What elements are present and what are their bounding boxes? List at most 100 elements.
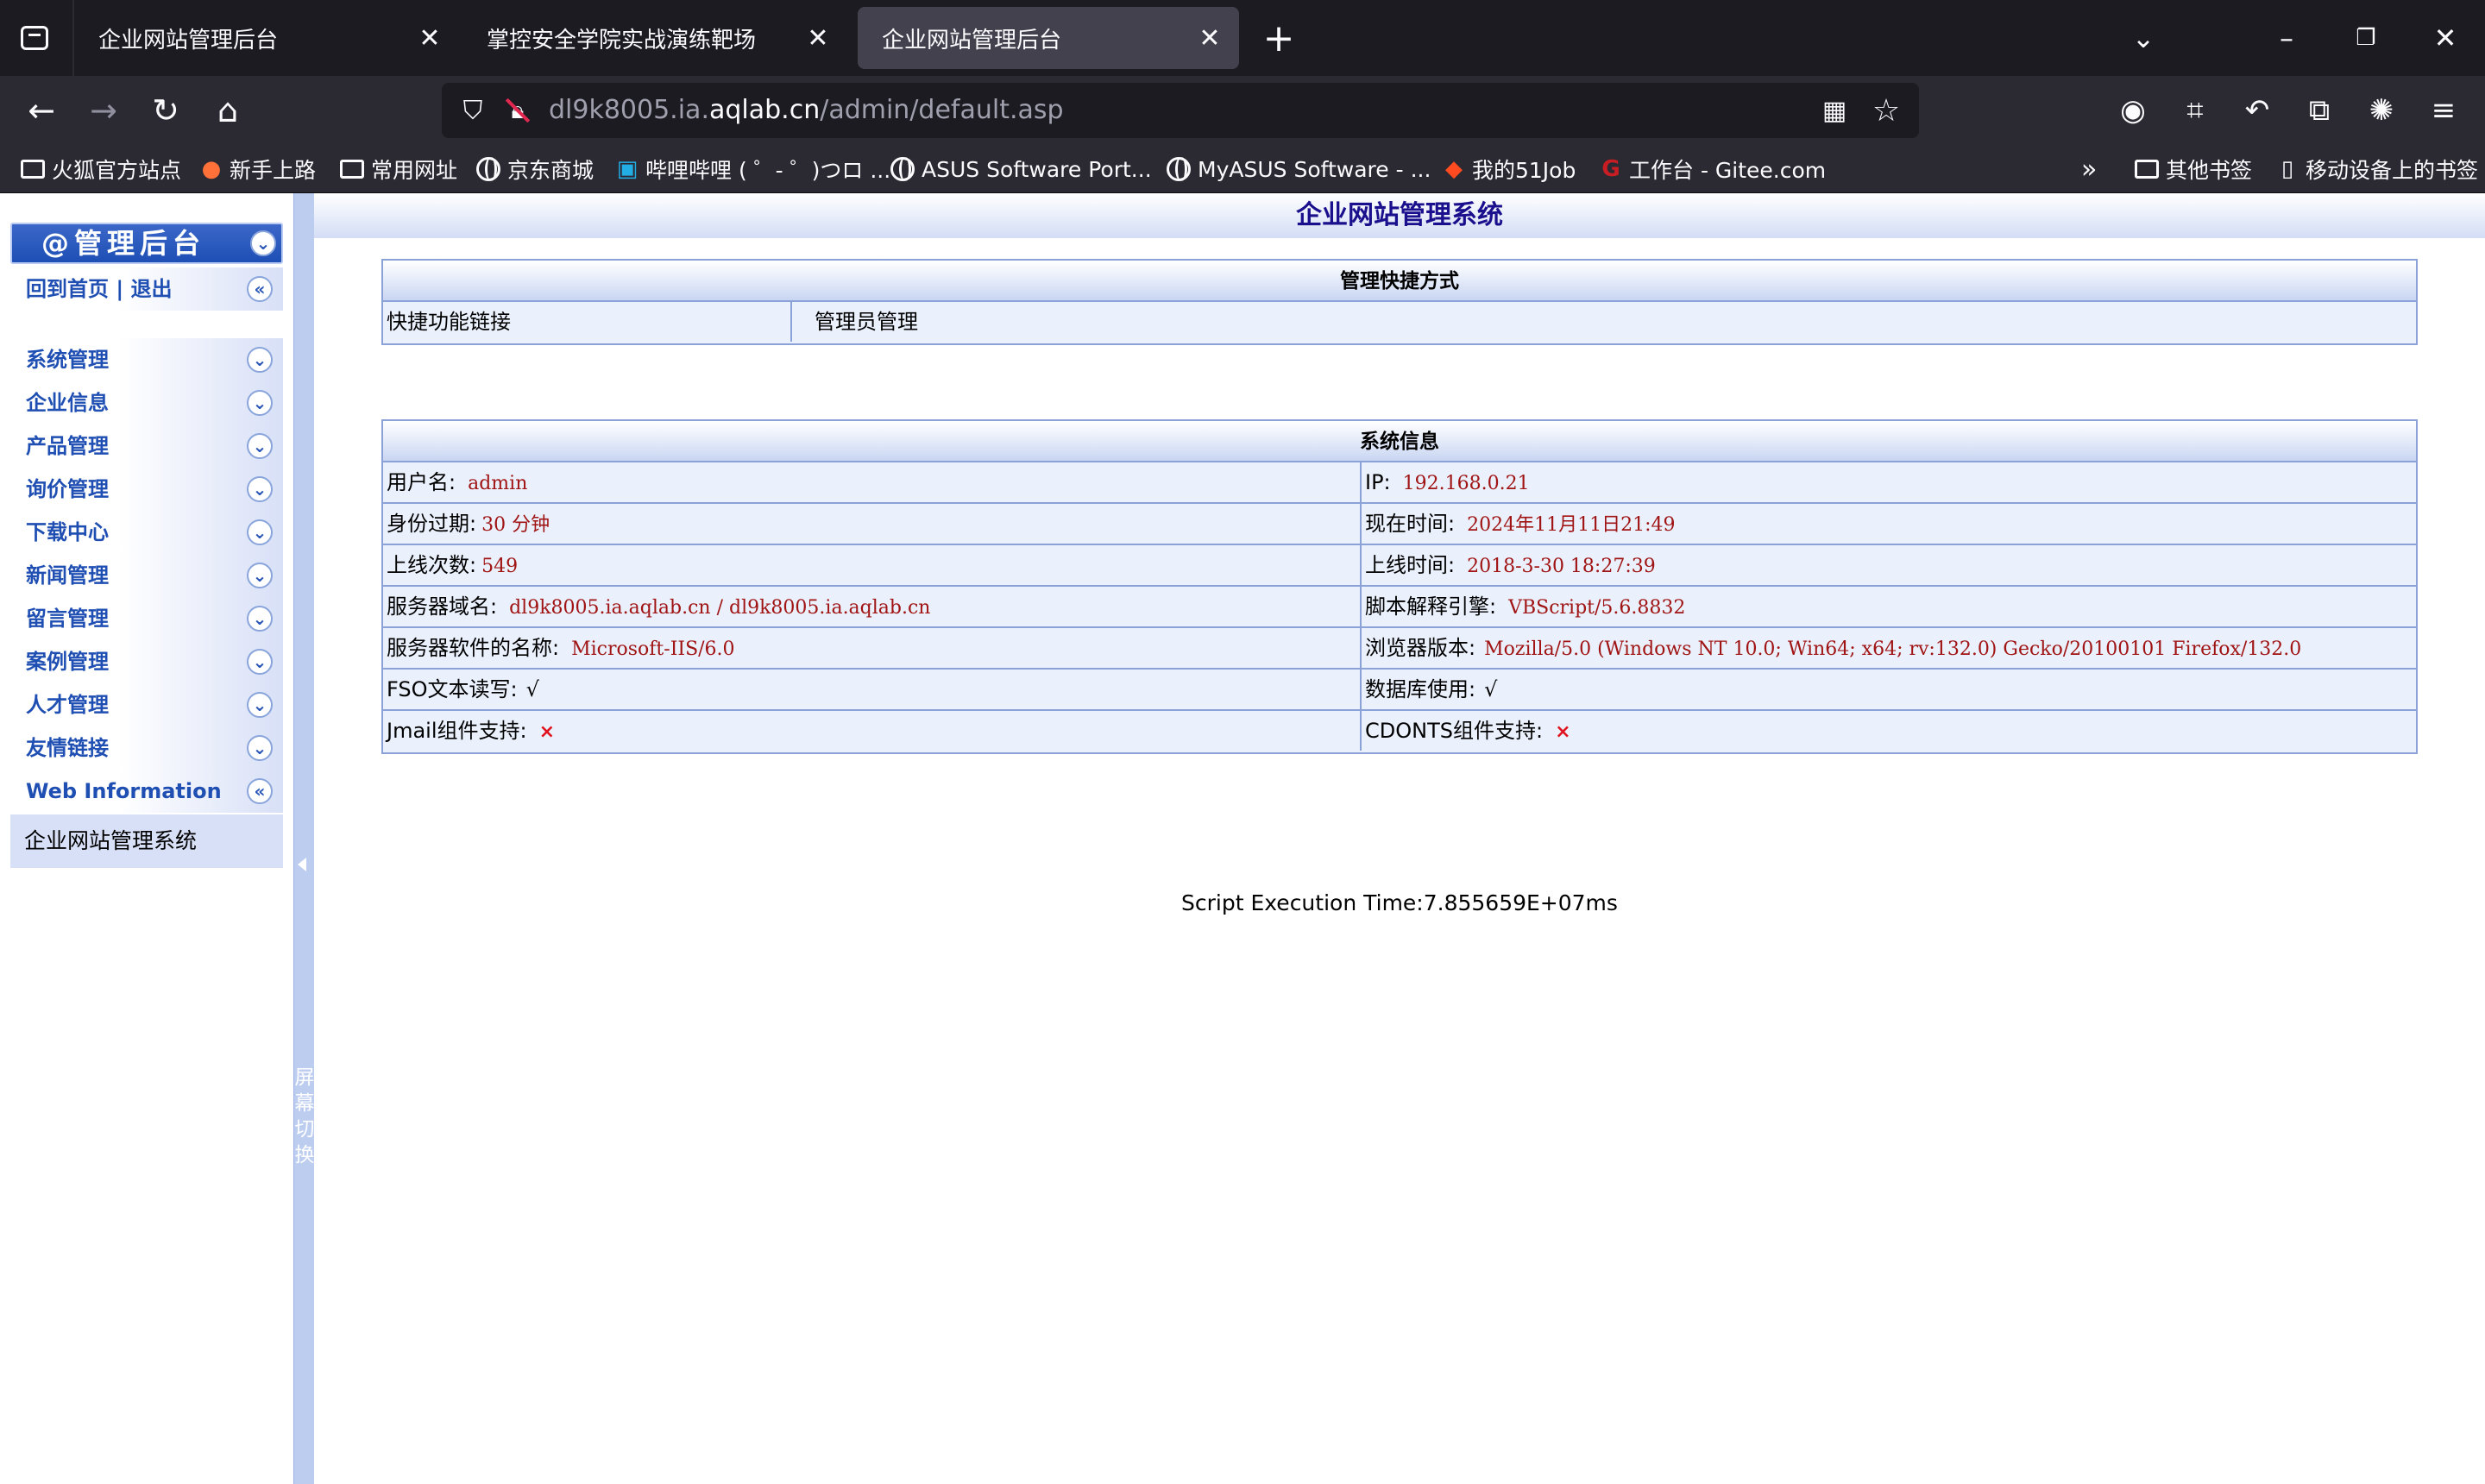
bookmark-star-icon[interactable]: ☆ xyxy=(1869,93,1903,129)
collapse-arrow-icon[interactable] xyxy=(298,858,306,871)
list-all-tabs-chevron-icon[interactable]: ⌄ xyxy=(2123,17,2164,59)
menu-hamburger-icon[interactable]: ≡ xyxy=(2423,90,2464,131)
new-tab-icon[interactable]: + xyxy=(1258,16,1299,60)
table-row: 用户名: admin IP: 192.168.0.21 xyxy=(383,462,2416,504)
tab-list-icon[interactable] xyxy=(14,19,55,57)
sidebar-item-friend-links[interactable]: 友情链接 ⌄ xyxy=(10,726,283,770)
expand-double-chevron-icon[interactable]: ⌄ xyxy=(247,433,273,459)
home-logout-link[interactable]: 回到首页 | 退出 xyxy=(26,267,172,311)
restore-icon[interactable]: ❐ xyxy=(2345,17,2387,59)
collapse-double-chevron-icon[interactable]: « xyxy=(247,778,273,804)
session-expiry-value: 30 分钟 xyxy=(481,514,550,536)
expand-double-chevron-icon[interactable]: ⌄ xyxy=(247,692,273,718)
sidebar-item-cases[interactable]: 案例管理 ⌄ xyxy=(10,640,283,683)
sidebar-item-web-information[interactable]: Web Information « xyxy=(10,770,283,813)
current-time-cell: 现在时间: 2024年11月11日21:49 xyxy=(1360,504,2416,544)
bookmark-gitee[interactable]: G 工作台 - Gitee.com xyxy=(1598,152,1826,186)
bookmark-asus-software[interactable]: ASUS Software Port... xyxy=(890,152,1152,186)
expand-double-chevron-icon[interactable]: ⌄ xyxy=(247,390,273,416)
sidebar-item-inquiries[interactable]: 询价管理 ⌄ xyxy=(10,468,283,511)
table-row: 服务器软件的名称: Microsoft-IIS/6.0 浏览器版本: Mozilla… xyxy=(383,628,2416,670)
url-bar[interactable]: ⛉ 🔒︎ dl9k8005.ia.aqlab.cn/admin/default.… xyxy=(442,83,1919,138)
bookmarks-overflow-chevron-icon[interactable]: » xyxy=(2081,152,2097,186)
globe-icon xyxy=(476,157,500,181)
bilibili-icon: ▣ xyxy=(616,156,639,182)
qr-code-icon[interactable]: ▦ xyxy=(1819,95,1850,126)
sidebar-item-products[interactable]: 产品管理 ⌄ xyxy=(10,424,283,468)
sidebar-item-label: 案例管理 xyxy=(26,650,109,674)
expand-double-chevron-icon[interactable]: ⌄ xyxy=(247,606,273,632)
close-tab-icon[interactable]: ✕ xyxy=(1196,23,1224,53)
jmail-cross-icon: × xyxy=(538,721,556,743)
page-title: 企业网站管理系统 xyxy=(1296,200,1503,230)
screenshot-crop-icon[interactable]: ⌗ xyxy=(2174,90,2216,131)
back-icon[interactable]: ← xyxy=(21,90,62,131)
expand-double-chevron-icon[interactable]: ⌄ xyxy=(247,476,273,502)
extensions-puzzle-icon[interactable]: ⧉ xyxy=(2299,90,2340,131)
folder-icon xyxy=(2135,160,2159,179)
sidebar-item-downloads[interactable]: 下载中心 ⌄ xyxy=(10,511,283,554)
bookmark-mobile-folder[interactable]: ▯ 移动设备上的书签 xyxy=(2274,152,2478,186)
tracking-protection-shield-icon[interactable]: ⛉ xyxy=(457,95,488,126)
collapse-double-chevron-icon[interactable]: « xyxy=(247,276,273,302)
frame-switch-bar[interactable]: 屏幕切换 xyxy=(293,193,315,1484)
url-text[interactable]: dl9k8005.ia.aqlab.cn/admin/default.asp xyxy=(549,83,1064,138)
script-execution-time: Script Execution Time:7.855659E+07ms xyxy=(1181,890,1618,915)
server-software-cell: 服务器软件的名称: Microsoft-IIS/6.0 xyxy=(387,636,735,660)
bookmark-jd[interactable]: 京东商城 xyxy=(476,152,594,186)
login-count-value: 549 xyxy=(481,556,519,577)
bookmark-getting-started[interactable]: ● 新手上路 xyxy=(198,152,316,186)
bookmark-myasus[interactable]: MyASUS Software - ... xyxy=(1167,152,1431,186)
expand-double-chevron-icon[interactable]: ⌄ xyxy=(247,649,273,675)
home-icon[interactable]: ⌂ xyxy=(207,90,248,131)
expand-double-chevron-icon[interactable]: ⌄ xyxy=(247,563,273,588)
expand-double-chevron-icon[interactable]: ⌄ xyxy=(247,519,273,545)
mobile-device-icon: ▯ xyxy=(2281,156,2294,182)
insecure-lock-icon[interactable]: 🔒︎ xyxy=(502,95,533,126)
sidebar-item-news[interactable]: 新闻管理 ⌄ xyxy=(10,554,283,597)
sidebar-home-logout: 回到首页 | 退出 « xyxy=(10,267,283,311)
screen-switch-label[interactable]: 屏幕切换 xyxy=(294,1065,315,1168)
sidebar-item-messages[interactable]: 留言管理 ⌄ xyxy=(10,597,283,640)
sidebar-item-system[interactable]: 系统管理 ⌄ xyxy=(10,338,283,381)
bookmark-other-folder[interactable]: 其他书签 xyxy=(2135,152,2252,186)
jmail-cell: Jmail组件支持: × xyxy=(387,719,556,743)
close-tab-icon[interactable]: ✕ xyxy=(416,23,444,53)
cookie-icon[interactable]: ✺ xyxy=(2361,90,2402,131)
folder-icon xyxy=(21,160,45,179)
sidebar-item-talent[interactable]: 人才管理 ⌄ xyxy=(10,683,283,726)
tab-3-active[interactable]: 企业网站管理后台 ✕ xyxy=(858,7,1239,69)
account-icon[interactable]: ◉ xyxy=(2112,90,2154,131)
expand-double-chevron-icon[interactable]: ⌄ xyxy=(250,230,276,256)
shortcuts-heading: 管理快捷方式 xyxy=(383,261,2416,302)
minimize-icon[interactable]: – xyxy=(2266,17,2307,59)
web-information-panel: 企业网站管理系统 xyxy=(10,814,283,868)
main-title-bar: 企业网站管理系统 xyxy=(314,193,2485,238)
undo-arrow-icon[interactable]: ↶ xyxy=(2236,90,2278,131)
bookmark-common-sites[interactable]: 常用网址 xyxy=(340,152,457,186)
gitee-icon: G xyxy=(1601,156,1620,182)
close-tab-icon[interactable]: ✕ xyxy=(804,23,832,53)
browser-version-cell: 浏览器版本: Mozilla/5.0 (Windows NT 10.0; Win6… xyxy=(1360,628,2416,668)
script-engine-cell: 脚本解释引擎: VBScript/5.6.8832 xyxy=(1360,587,2416,626)
expand-double-chevron-icon[interactable]: ⌄ xyxy=(247,735,273,761)
bookmark-51job[interactable]: ◆ 我的51Job xyxy=(1441,152,1576,186)
window-close-icon[interactable]: ✕ xyxy=(2425,17,2466,59)
table-row: 上线次数: 549 上线时间: 2018-3-30 18:27:39 xyxy=(383,545,2416,587)
sidebar-item-company-info[interactable]: 企业信息 ⌄ xyxy=(10,381,283,424)
login-count-cell: 上线次数: 549 xyxy=(387,553,519,577)
expand-double-chevron-icon[interactable]: ⌄ xyxy=(247,347,273,373)
tab-1[interactable]: 企业网站管理后台 ✕ xyxy=(74,7,459,69)
navigation-toolbar: ← → ↻ ⌂ ⛉ 🔒︎ dl9k8005.ia.aqlab.cn/admin/… xyxy=(0,76,2485,145)
bookmarks-toolbar: 火狐官方站点 ● 新手上路 常用网址 京东商城 ▣ 哔哩哔哩 ( ゜- ゜)つロ .… xyxy=(0,145,2485,193)
system-info-panel: 系统信息 用户名: admin IP: 192.168.0.21 身份过期: 30 分… xyxy=(381,419,2418,754)
51job-icon: ◆ xyxy=(1445,156,1463,182)
tab-2[interactable]: 掌控安全学院实战演练靶场 ✕ xyxy=(462,7,847,69)
sidebar-item-label: Web Information xyxy=(26,779,222,803)
forward-icon[interactable]: → xyxy=(83,90,124,131)
bookmark-firefox-site[interactable]: 火狐官方站点 xyxy=(21,152,181,186)
admin-management-link[interactable]: 管理员管理 xyxy=(790,302,2416,342)
reload-icon[interactable]: ↻ xyxy=(145,90,186,131)
bookmark-bilibili[interactable]: ▣ 哔哩哔哩 ( ゜- ゜)つロ ... xyxy=(614,152,890,186)
shortcuts-row: 快捷功能链接 管理员管理 xyxy=(383,302,2416,343)
